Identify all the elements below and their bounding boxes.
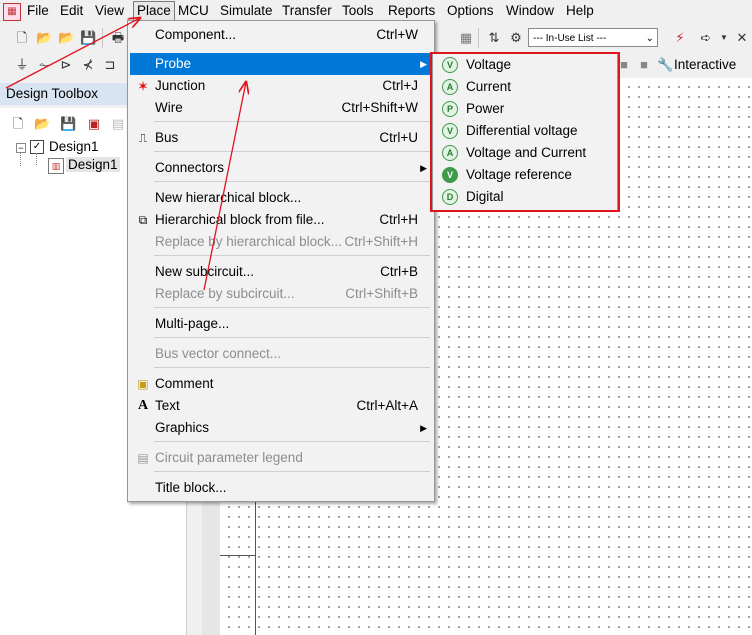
annotation-arrow: [5, 18, 140, 89]
annotation-arrow: [203, 82, 246, 291]
annotation-arrows: [5, 0, 752, 291]
